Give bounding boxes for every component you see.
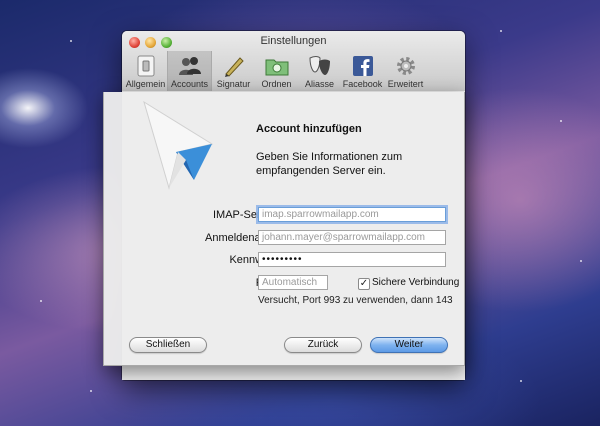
tab-ordnen[interactable]: Ordnen <box>255 51 298 91</box>
secure-connection-checkbox[interactable]: ✓ <box>358 278 370 290</box>
secure-connection-label: Sichere Verbindung <box>372 277 460 288</box>
tab-erweitert[interactable]: Erweitert <box>384 51 427 91</box>
folder-icon <box>265 54 289 78</box>
port-hint: Versucht, Port 993 zu verwenden, dann 14… <box>258 295 453 306</box>
accounts-people-icon <box>178 54 202 78</box>
sparrow-logo-icon <box>143 100 214 190</box>
username-input[interactable]: johann.mayer@sparrowmailapp.com <box>258 230 446 245</box>
preferences-toolbar: Allgemein Accounts Signatur Ordnen Alias… <box>124 51 463 91</box>
back-button[interactable]: Zurück <box>284 337 362 353</box>
tab-accounts[interactable]: Accounts <box>167 51 212 91</box>
title-bar: Einstellungen Allgemein Accounts Signatu… <box>122 31 465 92</box>
tab-facebook[interactable]: Facebook <box>341 51 384 91</box>
window-title: Einstellungen <box>260 35 327 47</box>
password-input[interactable]: ••••••••• <box>258 252 446 267</box>
gear-icon <box>394 54 418 78</box>
close-button[interactable]: Schließen <box>129 337 207 353</box>
tab-allgemein[interactable]: Allgemein <box>124 51 167 91</box>
general-switch-icon <box>134 54 158 78</box>
sheet-title: Account hinzufügen <box>256 123 362 135</box>
tab-aliasse[interactable]: Aliasse <box>298 51 341 91</box>
add-account-sheet: Account hinzufügen Geben Sie Information… <box>103 92 465 366</box>
port-input[interactable]: Automatisch <box>258 275 328 290</box>
signature-pen-icon <box>222 54 246 78</box>
masks-icon <box>308 54 332 78</box>
tab-signatur[interactable]: Signatur <box>212 51 255 91</box>
sheet-description: Geben Sie Informationen zum empfangenden… <box>256 151 403 177</box>
next-button[interactable]: Weiter <box>370 337 448 353</box>
facebook-icon <box>351 54 375 78</box>
imap-server-input[interactable]: imap.sparrowmailapp.com <box>258 207 446 222</box>
